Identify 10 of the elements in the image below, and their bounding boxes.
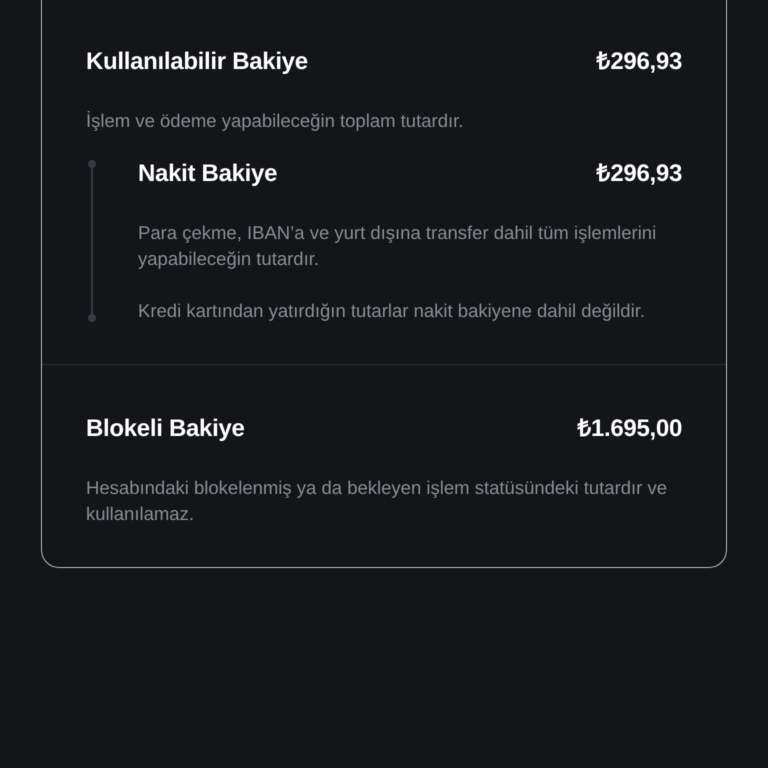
balance-amount: ₺1.695,00 (577, 414, 682, 444)
balance-amount: ₺296,93 (596, 47, 682, 77)
balance-amount: ₺296,93 (596, 159, 682, 189)
description-text: Kredi kartından yatırdığın tutarlar nakit bakiyene dahil değildir. (138, 299, 646, 323)
description-text: İşlem ve ödeme yapabileceğin toplam tutardır. (86, 109, 464, 133)
description-text: Para çekme, IBAN’a ve yurt dışına transfer dahil tüm işlemlerini yapabileceğin tutardır. (138, 221, 658, 271)
balance-title: Blokeli Bakiye (86, 414, 245, 444)
balance-title: Kullanılabilir Bakiye (86, 47, 308, 77)
description-text: Hesabındaki blokelenmiş ya da bekleyen işlem statüsündeki tutardır ve kullanılamaz. (86, 476, 668, 526)
balance-title: Nakit Bakiye (138, 159, 278, 189)
